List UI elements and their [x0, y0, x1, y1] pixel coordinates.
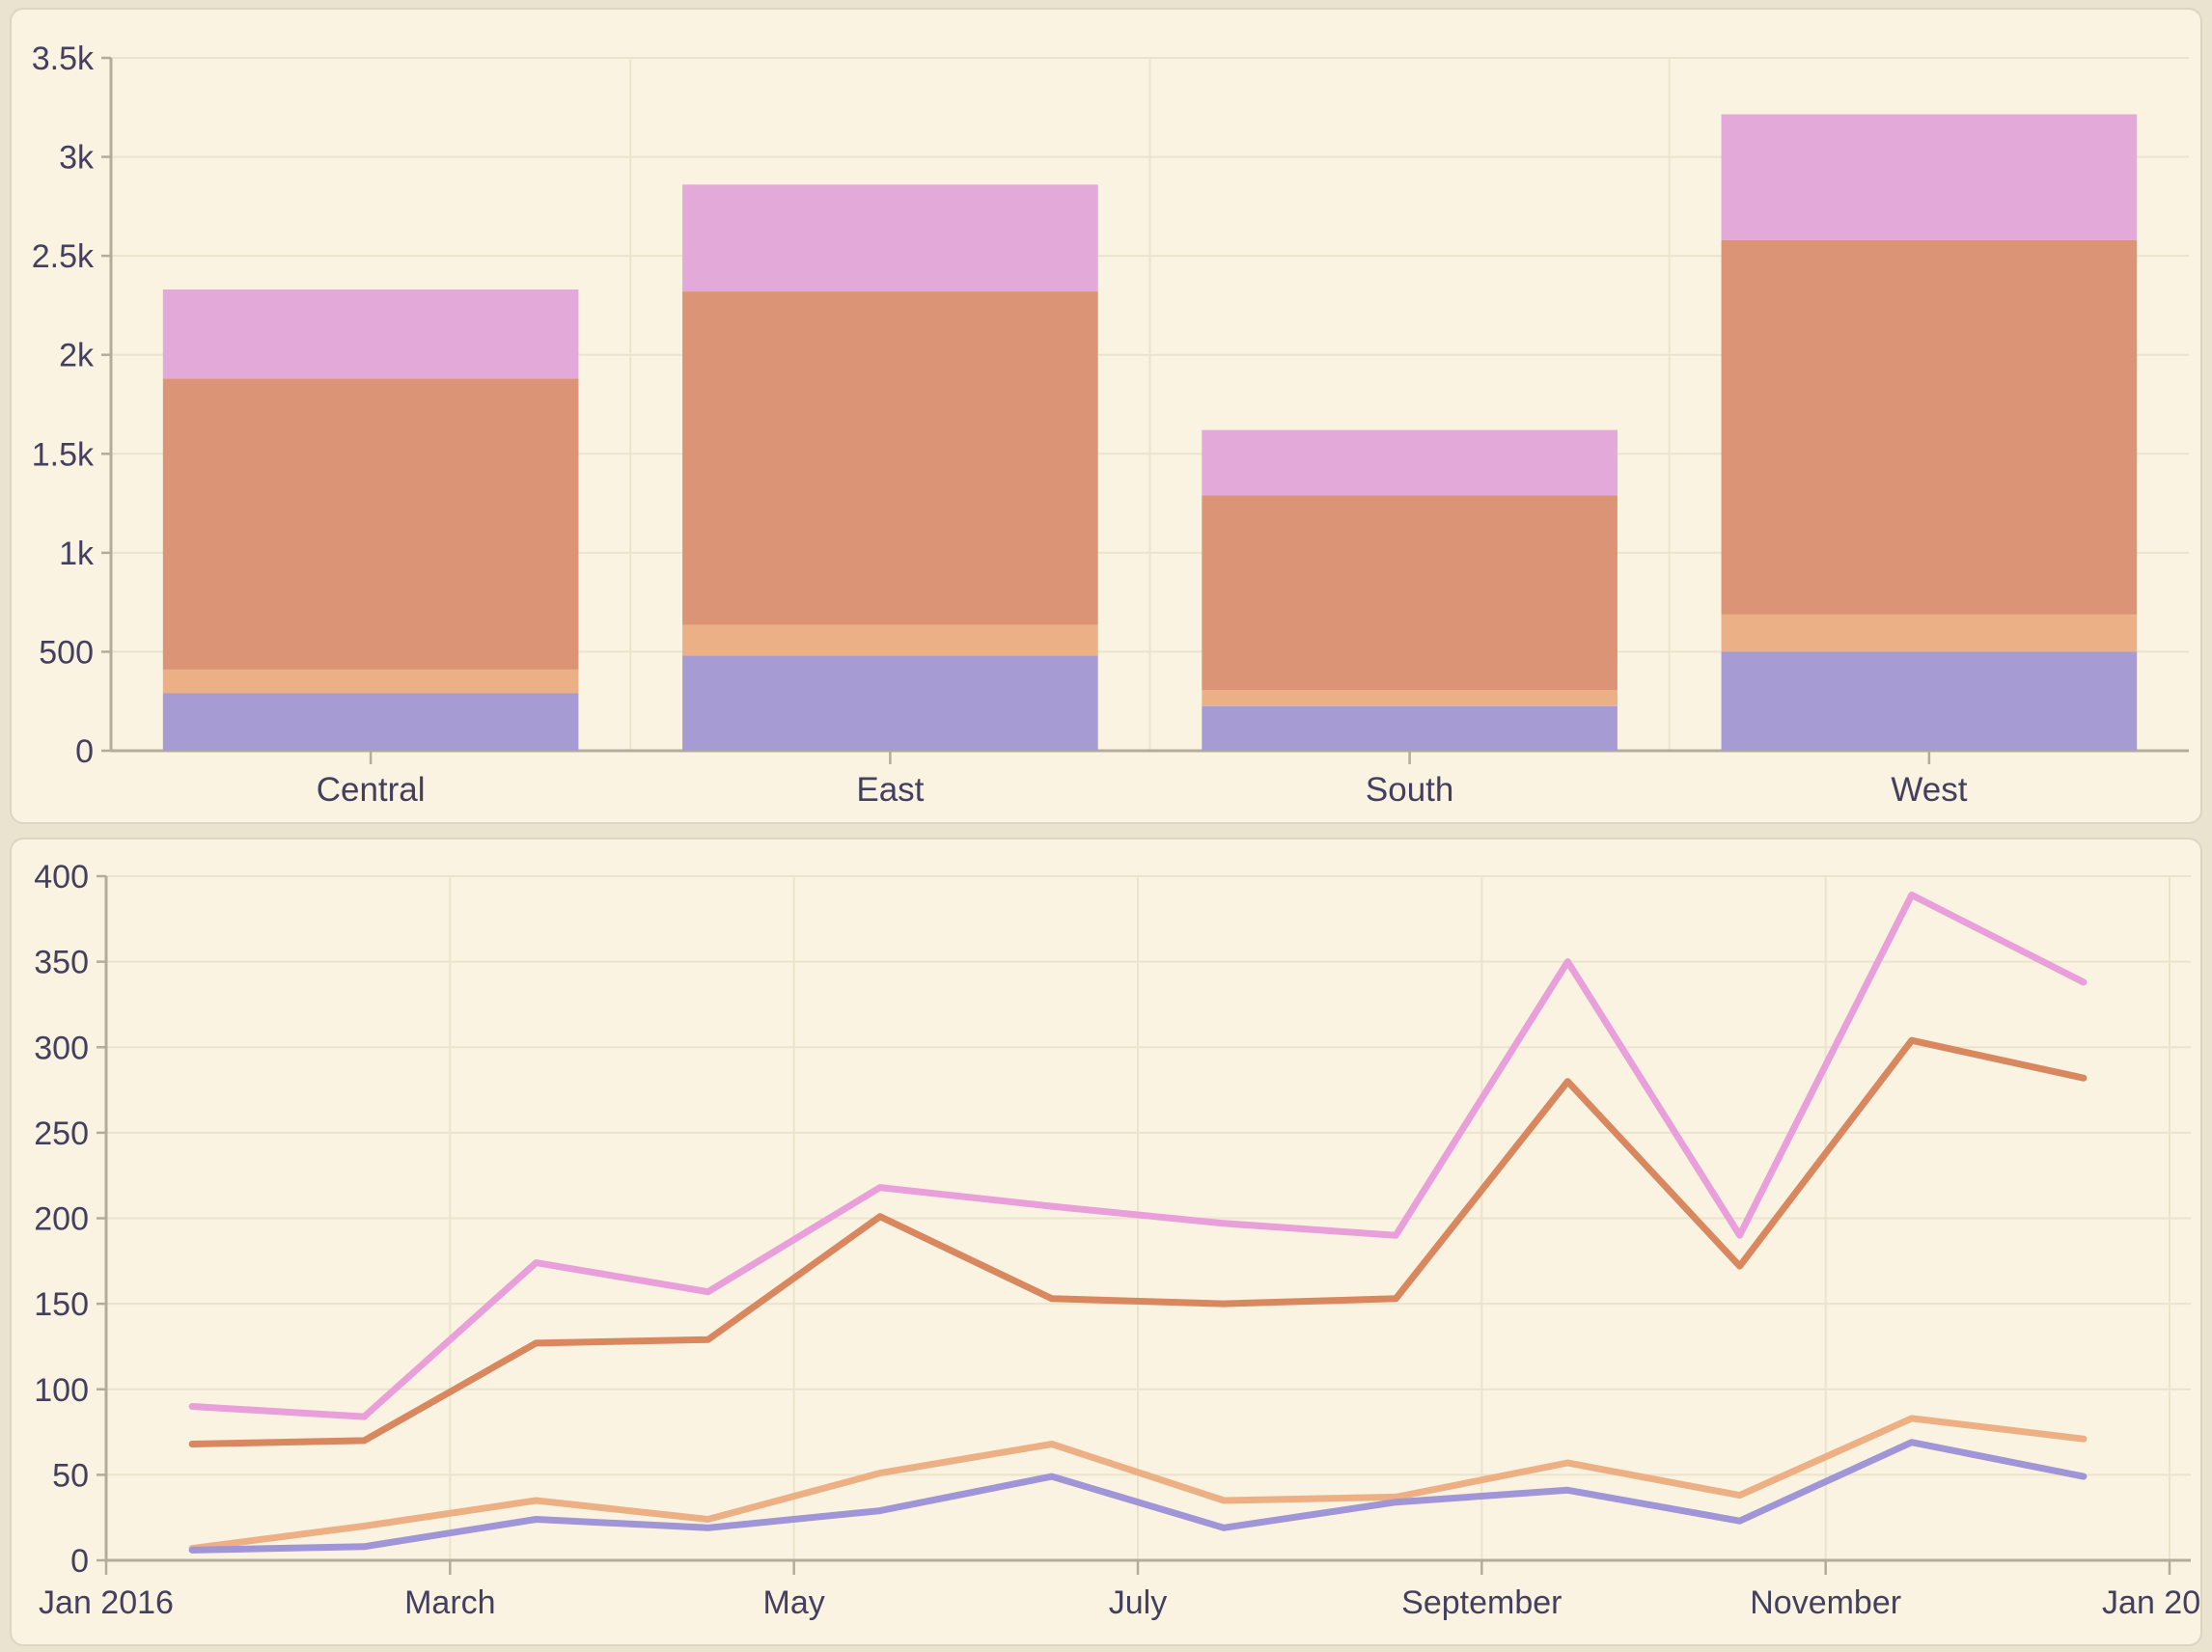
y-axis-tick-label: 400: [34, 859, 89, 895]
x-axis-tick-label: September: [1401, 1584, 1562, 1621]
bar-segment-central-segment-purple[interactable]: [163, 694, 579, 751]
y-axis-tick-label: 50: [52, 1457, 89, 1494]
stacked-bar-chart: 0 500 1k 1.5k 2k 2.5k 3k 3.5k Central East South We…: [12, 10, 2200, 822]
bar-segment-east-segment-salmon[interactable]: [682, 291, 1098, 625]
x-axis-tick-label: November: [1750, 1584, 1901, 1621]
bar-segment-east-segment-tan[interactable]: [682, 625, 1098, 656]
charts-dashboard: 05001k1.5k2k2.5k3k3.5kCentralEastSouthWe…: [0, 0, 2212, 1652]
x-axis-tick-label: March: [404, 1584, 495, 1621]
x-axis-category-label: Central: [317, 771, 426, 809]
stacked-bar-chart-panel: 0 500 1k 1.5k 2k 2.5k 3k 3.5k Central East South We…: [10, 8, 2202, 824]
x-axis-tick-label: May: [763, 1584, 825, 1621]
bar-segment-south-segment-tan[interactable]: [1202, 690, 1618, 706]
y-axis-tick-label: 100: [34, 1372, 89, 1409]
y-axis-tick-label: 500: [39, 634, 94, 671]
x-axis-tick-label: Jan 2017: [2102, 1584, 2200, 1621]
bar-segment-east-segment-purple[interactable]: [682, 656, 1098, 751]
x-axis-category-label: West: [1891, 771, 1967, 809]
bar-segment-central-segment-tan[interactable]: [163, 670, 579, 694]
bar-segment-south-segment-pink[interactable]: [1202, 430, 1618, 496]
y-axis-tick-label: 150: [34, 1286, 89, 1323]
y-axis-tick-label: 350: [34, 945, 89, 981]
bar-segment-west-segment-pink[interactable]: [1722, 114, 2138, 239]
bar-segment-west-segment-salmon[interactable]: [1722, 240, 2138, 615]
x-axis-category-label: South: [1366, 771, 1453, 809]
x-axis-category-label: East: [856, 771, 924, 809]
y-axis-tick-label: 200: [34, 1201, 89, 1238]
line-chart-panel: Jan 2016 March May July September November Jan…: [10, 838, 2202, 1646]
bar-segment-west-segment-tan[interactable]: [1722, 615, 2138, 652]
y-axis-tick-label: 2.5k: [32, 238, 95, 275]
bar-segment-south-segment-purple[interactable]: [1202, 706, 1618, 751]
y-axis-tick-label: 2k: [59, 338, 95, 374]
y-axis-tick-label: 0: [70, 1543, 89, 1580]
y-axis-tick-label: 3.5k: [32, 41, 95, 77]
bar-segment-east-segment-pink[interactable]: [682, 184, 1098, 291]
bar-segment-south-segment-salmon[interactable]: [1202, 495, 1618, 690]
y-axis-tick-label: 3k: [59, 140, 95, 177]
y-axis-tick-label: 1.5k: [32, 436, 95, 473]
y-axis-tick-label: 0: [75, 733, 94, 770]
bar-segment-west-segment-purple[interactable]: [1722, 651, 2138, 751]
bar-segment-central-segment-salmon[interactable]: [163, 378, 579, 670]
y-axis-tick-label: 250: [34, 1115, 89, 1152]
x-axis-tick-label: July: [1109, 1584, 1167, 1621]
y-axis-tick-label: 1k: [59, 536, 95, 572]
bar-segment-central-segment-pink[interactable]: [163, 289, 579, 378]
line-chart: Jan 2016 March May July September November Jan…: [12, 840, 2200, 1644]
x-axis-tick-label: Jan 2016: [39, 1584, 174, 1621]
y-axis-tick-label: 300: [34, 1030, 89, 1066]
